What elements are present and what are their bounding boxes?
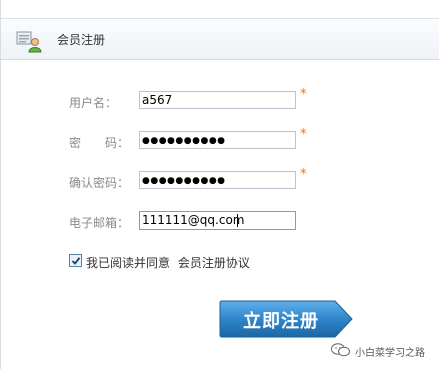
wechat-icon bbox=[331, 343, 350, 357]
password-row: 密 码： ●●●●●●●●●● * bbox=[1, 127, 439, 153]
password-mask: ●●●●●●●●●● bbox=[142, 136, 226, 146]
email-label: 电子邮箱： bbox=[69, 216, 130, 230]
required-mark: * bbox=[300, 167, 307, 182]
required-mark: * bbox=[300, 87, 307, 102]
registration-panel: 会员注册 用户名： a567 * 密 码： ●●●●●●●●●● * 确认密码：… bbox=[0, 0, 439, 369]
register-button-label: 立即注册 bbox=[243, 311, 319, 332]
page-title: 会员注册 bbox=[57, 33, 106, 47]
username-row: 用户名： a567 * bbox=[1, 87, 439, 113]
check-icon bbox=[71, 257, 81, 265]
agreement-statement: 我已阅读并同意 bbox=[86, 256, 171, 270]
required-mark: * bbox=[300, 127, 307, 142]
password-label: 密 码： bbox=[69, 136, 130, 150]
password-field[interactable]: ●●●●●●●●●● bbox=[139, 131, 296, 149]
agreement-link[interactable]: 会员注册协议 bbox=[178, 256, 250, 270]
username-field[interactable]: a567 bbox=[139, 91, 296, 109]
confirm-password-label: 确认密码： bbox=[69, 176, 130, 190]
text-cursor bbox=[237, 214, 238, 227]
email-row: 电子邮箱： 111111@qq.com bbox=[1, 211, 439, 233]
watermark-text: 小白菜学习之路 bbox=[355, 348, 425, 359]
email-value: 111111@qq.com bbox=[142, 213, 245, 227]
member-card-icon bbox=[16, 31, 42, 53]
panel-header: 会员注册 bbox=[1, 18, 439, 60]
agreement-text: 我已阅读并同意 会员注册协议 bbox=[86, 254, 250, 271]
agreement-checkbox[interactable] bbox=[69, 254, 82, 267]
username-label: 用户名： bbox=[69, 96, 118, 110]
confirm-password-field[interactable]: ●●●●●●●●●● bbox=[139, 171, 296, 189]
confirm-password-mask: ●●●●●●●●●● bbox=[142, 176, 226, 186]
email-field[interactable]: 111111@qq.com bbox=[139, 211, 296, 230]
confirm-password-row: 确认密码： ●●●●●●●●●● * bbox=[1, 167, 439, 193]
register-button[interactable]: 立即注册 bbox=[219, 300, 353, 338]
